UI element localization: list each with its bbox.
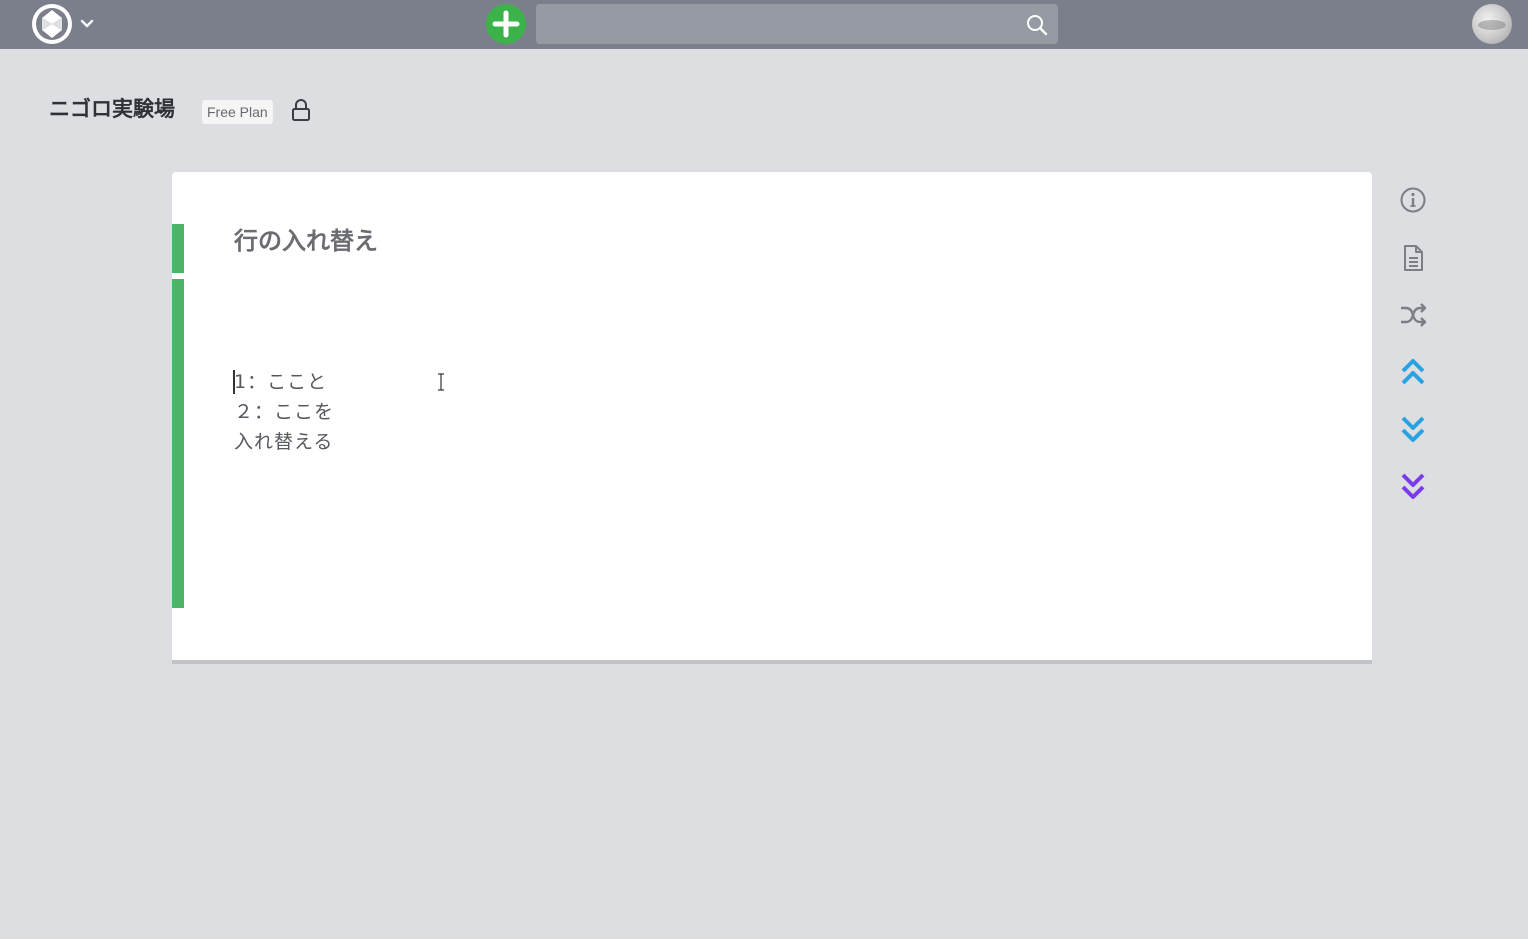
chevron-double-up-icon (1401, 359, 1425, 385)
shuffle-icon (1401, 303, 1427, 327)
search-icon[interactable] (1025, 13, 1049, 37)
random-page-button[interactable] (1397, 299, 1429, 331)
plus-icon (492, 10, 520, 38)
page-card: 行の入れ替え 1：ここと ２：ここを 入れ替える (172, 172, 1372, 664)
project-title[interactable]: ニゴロ実験場 (49, 94, 175, 124)
new-page-button[interactable] (486, 4, 526, 44)
lock-icon[interactable] (290, 98, 312, 122)
search-input[interactable] (536, 4, 1016, 44)
logo-icon[interactable] (32, 4, 72, 44)
info-button[interactable] (1397, 184, 1429, 216)
body-line-marker (172, 279, 184, 608)
title-line-marker (172, 224, 184, 273)
text-line[interactable]: 1：ここと (234, 367, 327, 397)
chevron-double-down-icon (1401, 416, 1425, 442)
move-line-bottom-button[interactable] (1397, 471, 1429, 503)
search-box (536, 4, 1058, 44)
text-line[interactable]: 入れ替える (234, 427, 333, 457)
plan-badge: Free Plan (202, 100, 273, 124)
avatar[interactable] (1472, 4, 1512, 44)
move-line-down-button[interactable] (1397, 414, 1429, 446)
chevron-down-icon[interactable] (79, 15, 95, 31)
chevron-double-down-bottom-icon (1401, 473, 1425, 499)
document-icon (1404, 245, 1423, 271)
top-navbar (0, 0, 1528, 49)
ibeam-cursor-icon (436, 373, 446, 391)
info-icon (1400, 187, 1426, 213)
move-line-up-button[interactable] (1397, 357, 1429, 389)
page-title[interactable]: 行の入れ替え (234, 222, 378, 260)
text-line[interactable]: ２：ここを (234, 397, 334, 427)
page-info-button[interactable] (1397, 242, 1429, 274)
